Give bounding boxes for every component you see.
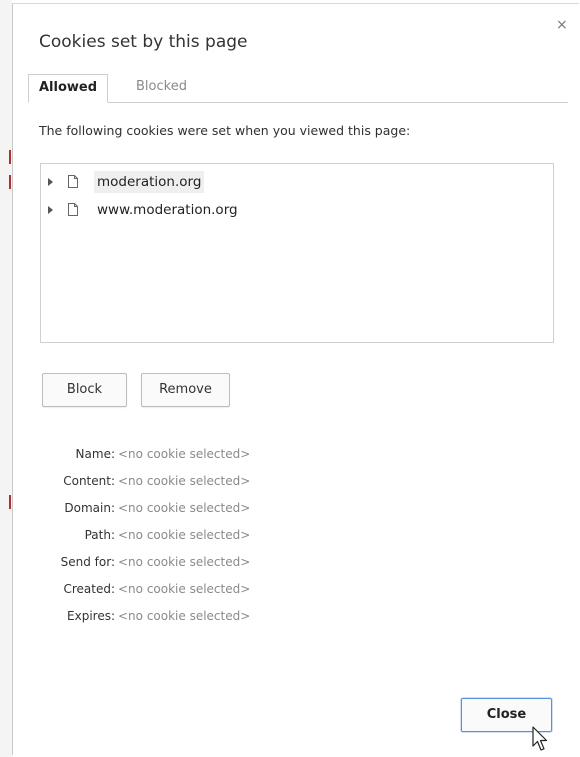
- tree-item-label: www.moderation.org: [97, 202, 238, 218]
- block-button[interactable]: Block: [42, 373, 127, 407]
- detail-value: <no cookie selected>: [118, 474, 251, 488]
- dialog-title: Cookies set by this page: [39, 32, 248, 52]
- detail-key: Expires:: [67, 609, 115, 623]
- detail-key: Created:: [63, 582, 115, 596]
- detail-row-send-for: Send for: <no cookie selected>: [13, 553, 313, 571]
- expand-arrow-icon[interactable]: [48, 206, 53, 214]
- cookies-dialog: Cookies set by this page × Allowed Block…: [12, 3, 579, 755]
- close-icon[interactable]: ×: [556, 18, 568, 32]
- intro-text: The following cookies were set when you …: [39, 123, 411, 138]
- detail-key: Content:: [63, 474, 115, 488]
- detail-value: <no cookie selected>: [118, 609, 251, 623]
- document-icon: [68, 175, 78, 188]
- detail-key: Name:: [75, 447, 115, 461]
- detail-key: Domain:: [64, 501, 115, 515]
- detail-value: <no cookie selected>: [118, 501, 251, 515]
- tree-item-www-moderation-org[interactable]: www.moderation.org: [41, 199, 553, 221]
- tree-item-moderation-org[interactable]: moderation.org: [41, 171, 553, 193]
- detail-value: <no cookie selected>: [118, 447, 251, 461]
- background-mark: [9, 150, 11, 164]
- background-mark: [9, 495, 11, 509]
- cookie-tree[interactable]: moderation.org www.moderation.org: [40, 163, 554, 343]
- remove-button[interactable]: Remove: [141, 373, 230, 407]
- tree-item-label: moderation.org: [94, 171, 205, 193]
- detail-value: <no cookie selected>: [118, 582, 251, 596]
- background-window-edge: [0, 0, 12, 757]
- detail-value: <no cookie selected>: [118, 528, 251, 542]
- tab-allowed[interactable]: Allowed: [28, 74, 109, 103]
- detail-row-domain: Domain: <no cookie selected>: [13, 499, 313, 517]
- document-icon: [68, 203, 78, 216]
- detail-value: <no cookie selected>: [118, 555, 251, 569]
- detail-row-path: Path: <no cookie selected>: [13, 526, 313, 544]
- tab-blocked[interactable]: Blocked: [126, 74, 197, 102]
- detail-row-expires: Expires: <no cookie selected>: [13, 607, 313, 625]
- detail-row-created: Created: <no cookie selected>: [13, 580, 313, 598]
- detail-row-name: Name: <no cookie selected>: [13, 445, 313, 463]
- detail-key: Send for:: [60, 555, 115, 569]
- tab-bar: Allowed Blocked: [28, 74, 568, 103]
- mouse-pointer-icon: [532, 726, 548, 751]
- background-mark: [9, 175, 11, 189]
- detail-key: Path:: [84, 528, 115, 542]
- detail-row-content: Content: <no cookie selected>: [13, 472, 313, 490]
- expand-arrow-icon[interactable]: [48, 178, 53, 186]
